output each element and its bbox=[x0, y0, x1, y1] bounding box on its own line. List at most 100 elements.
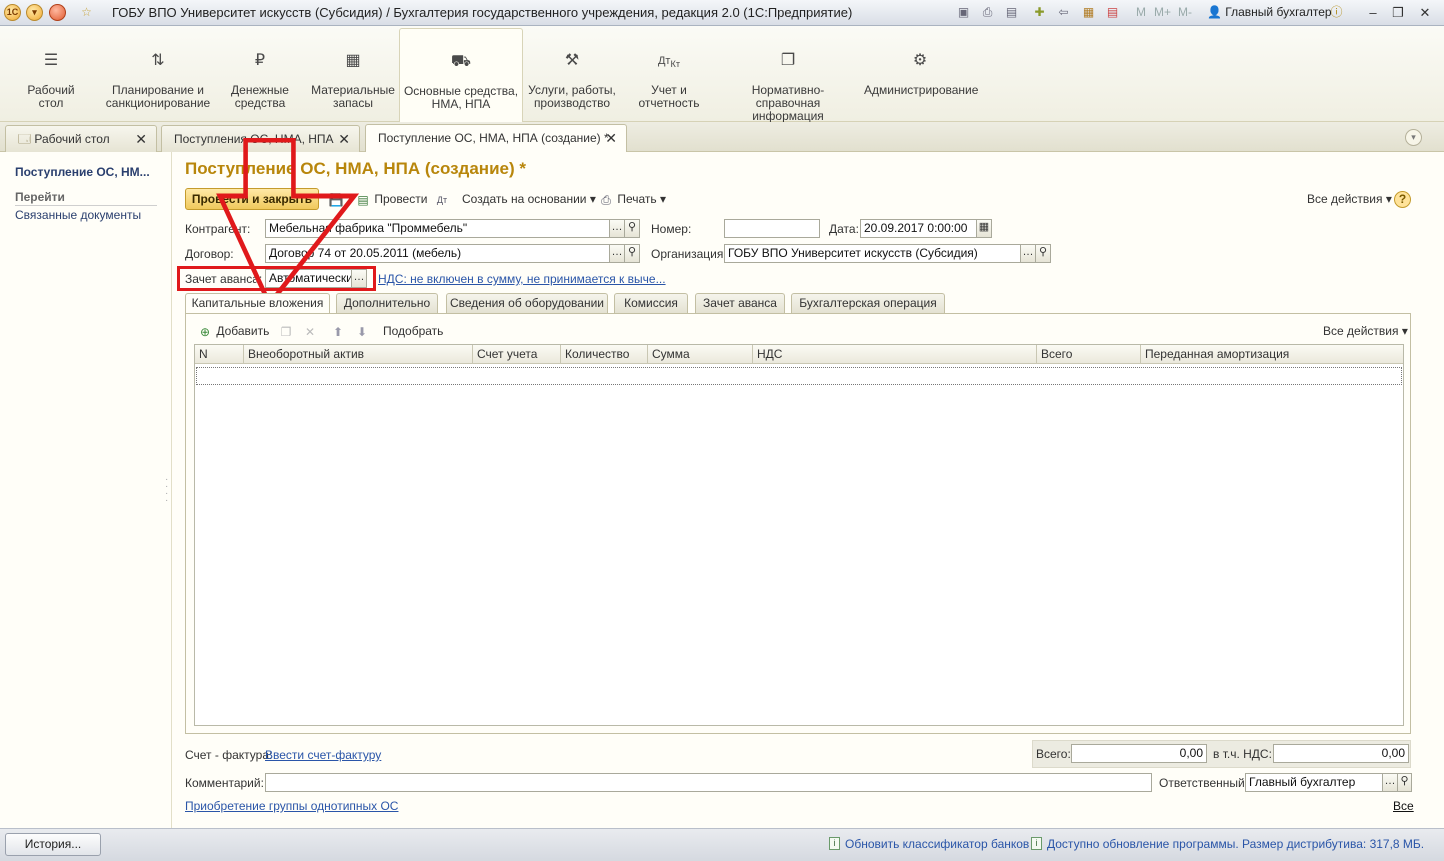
add-favorite-icon[interactable]: ✚ bbox=[1031, 4, 1048, 21]
all-actions-menu[interactable]: Все действия ▾ bbox=[1307, 192, 1392, 206]
app-logo-icon[interactable]: 1С bbox=[4, 4, 21, 21]
current-user[interactable]: 👤 Главный бухгалтер bbox=[1207, 5, 1332, 19]
copy-row-button[interactable]: ❐ bbox=[278, 324, 294, 340]
capital-investments-panel: ⊕ Добавить ❐ ✕ ⬆ ⬇ Подобрать Все действи… bbox=[185, 313, 1411, 734]
nomer-field[interactable] bbox=[724, 219, 820, 238]
search-icon[interactable]: ⚲ bbox=[1397, 773, 1412, 792]
nds-settings-link[interactable]: НДС: не включен в сумму, не принимается … bbox=[378, 272, 666, 286]
col-depreciation[interactable]: Переданная амортизация bbox=[1141, 345, 1403, 364]
assets-table[interactable]: N Внеоборотный актив Счет учета Количест… bbox=[194, 344, 1404, 726]
navigation-panel: Поступление ОС, НМ... Перейти Связанные … bbox=[0, 152, 172, 828]
close-icon[interactable]: ✕ bbox=[135, 126, 147, 152]
responsible-select-button[interactable]: … bbox=[1382, 773, 1398, 792]
comment-field[interactable] bbox=[265, 773, 1152, 792]
group-assets-link[interactable]: Приобретение группы однотипных ОС bbox=[185, 799, 398, 813]
tab-receipt-create[interactable]: Поступление ОС, НМА, НПА (создание) * ✕ bbox=[365, 124, 627, 152]
create-based-on-button[interactable]: Создать на основании ▾ bbox=[462, 192, 596, 206]
move-up-button[interactable]: ⬆ bbox=[330, 324, 346, 340]
print-button-label: Печать bbox=[617, 192, 657, 207]
history-back-icon[interactable]: ⇦ bbox=[1055, 4, 1072, 21]
info-icon: i bbox=[1031, 837, 1042, 850]
create-based-on-label: Создать на основании bbox=[462, 192, 587, 206]
col-vat[interactable]: НДС bbox=[753, 345, 1037, 364]
pick-button[interactable]: Подобрать bbox=[383, 324, 443, 338]
col-sum[interactable]: Сумма bbox=[648, 345, 753, 364]
debit-credit-movements-button[interactable]: Дт bbox=[434, 192, 450, 208]
subtab-advance-offset[interactable]: Зачет аванса bbox=[695, 293, 785, 313]
update-program-link[interactable]: Доступно обновление программы. Размер ди… bbox=[1047, 837, 1424, 851]
comment-label: Комментарий: bbox=[185, 776, 264, 790]
memory-minus-button[interactable]: M- bbox=[1178, 5, 1192, 19]
col-asset[interactable]: Внеоборотный актив bbox=[244, 345, 473, 364]
history-button[interactable]: История... bbox=[5, 833, 101, 856]
calculator-icon[interactable]: ▦ bbox=[1080, 4, 1097, 21]
move-down-button[interactable]: ⬇ bbox=[354, 324, 370, 340]
vat-label: в т.ч. НДС: bbox=[1213, 747, 1272, 761]
save-icon[interactable]: ▣ bbox=[955, 4, 972, 21]
table-row[interactable] bbox=[196, 367, 1402, 385]
org-select-button[interactable]: … bbox=[1020, 244, 1036, 263]
section-reference-label: Нормативно-справочная информация bbox=[751, 83, 825, 123]
tab-desktop[interactable]: 🗔 Рабочий стол ✕ bbox=[5, 125, 157, 152]
subtab-commission[interactable]: Комиссия bbox=[614, 293, 688, 313]
organization-field[interactable]: ГОБУ ВПО Университет искусств (Субсидия) bbox=[724, 244, 1021, 263]
dogovor-select-button[interactable]: … bbox=[609, 244, 625, 263]
memory-m-button[interactable]: M bbox=[1136, 5, 1146, 19]
section-planning[interactable]: ⇅ Планирование и санкционирование bbox=[100, 28, 216, 122]
restore-button[interactable]: ❐ bbox=[1387, 3, 1409, 22]
preview-icon[interactable]: ▤ bbox=[1003, 4, 1020, 21]
main-menu-icon[interactable]: ▾ bbox=[26, 4, 43, 21]
date-field[interactable]: 20.09.2017 0:00:00 bbox=[860, 219, 977, 238]
search-icon[interactable]: ⚲ bbox=[1035, 244, 1051, 263]
favorites-star-icon[interactable]: ☆ bbox=[78, 4, 95, 21]
section-desktop[interactable]: ☰ Рабочий стол bbox=[14, 28, 88, 122]
debit-credit-icon: Дт bbox=[436, 195, 448, 205]
print-icon[interactable]: ⎙ bbox=[979, 4, 996, 21]
close-icon[interactable]: ✕ bbox=[605, 125, 617, 151]
subtab-capital-investments[interactable]: Капитальные вложения bbox=[185, 293, 330, 314]
panel-resize-grip[interactable]: · · · · bbox=[165, 475, 169, 506]
search-icon[interactable]: ⚲ bbox=[624, 219, 640, 238]
section-admin[interactable]: ⚙ Администрирование bbox=[864, 28, 978, 122]
kontragent-select-button[interactable]: … bbox=[609, 219, 625, 238]
close-button[interactable]: ✕ bbox=[1414, 3, 1436, 22]
documents-icon: ❐ bbox=[780, 52, 796, 69]
subtab-accounting-operation[interactable]: Бухгалтерская операция bbox=[791, 293, 945, 313]
section-money[interactable]: ₽ Денежные средства bbox=[224, 28, 296, 122]
subtab-additional[interactable]: Дополнительно bbox=[336, 293, 438, 313]
close-app-icon[interactable] bbox=[49, 4, 66, 21]
tabs-menu-chevron-down-icon[interactable]: ▾ bbox=[1405, 129, 1422, 146]
section-reference[interactable]: ❐ Нормативно-справочная информация bbox=[722, 28, 854, 123]
search-icon[interactable]: ⚲ bbox=[624, 244, 640, 263]
responsible-field[interactable]: Главный бухгалтер bbox=[1245, 773, 1383, 792]
add-row-button[interactable]: ⊕ Добавить bbox=[197, 324, 269, 340]
desktop-tab-icon: 🗔 bbox=[18, 132, 32, 146]
section-fixed-assets-label: Основные средства, НМА, НПА bbox=[403, 84, 519, 111]
nav-related-documents[interactable]: Связанные документы bbox=[15, 208, 141, 222]
print-button[interactable]: ⎙ Печать ▾ bbox=[598, 192, 666, 208]
minimize-button[interactable]: – bbox=[1362, 3, 1384, 22]
enter-invoice-link[interactable]: Ввести счет-фактуру bbox=[265, 748, 381, 762]
help-icon[interactable]: ? bbox=[1394, 191, 1411, 208]
all-link[interactable]: Все bbox=[1393, 799, 1414, 813]
calendar-icon[interactable]: ▤ bbox=[1104, 4, 1121, 21]
calendar-icon[interactable]: ▦ bbox=[976, 219, 992, 238]
chevron-down-icon: ▾ bbox=[660, 192, 667, 207]
memory-plus-button[interactable]: M+ bbox=[1154, 5, 1171, 19]
nav-panel-title[interactable]: Поступление ОС, НМ... bbox=[15, 165, 150, 179]
delete-row-button[interactable]: ✕ bbox=[302, 324, 318, 340]
tab-receipt-create-label: Поступление ОС, НМА, НПА (создание) * bbox=[378, 131, 609, 145]
col-quantity[interactable]: Количество bbox=[561, 345, 648, 364]
section-money-label: Денежные средства bbox=[231, 83, 289, 110]
col-n[interactable]: N bbox=[195, 345, 244, 364]
section-accounting[interactable]: ДтКт Учет и отчетность bbox=[634, 28, 704, 122]
table-all-actions-menu[interactable]: Все действия ▾ bbox=[1323, 324, 1408, 338]
col-account[interactable]: Счет учета bbox=[473, 345, 561, 364]
update-banks-link[interactable]: Обновить классификатор банков bbox=[845, 837, 1029, 851]
subtab-equipment[interactable]: Сведения об оборудовании bbox=[446, 293, 608, 313]
col-total[interactable]: Всего bbox=[1037, 345, 1141, 364]
section-inventory[interactable]: ▦ Материальные запасы bbox=[306, 28, 400, 122]
section-services[interactable]: ⚒ Услуги, работы, производство bbox=[526, 28, 618, 122]
info-icon[interactable]: ⓘ bbox=[1328, 4, 1345, 21]
section-fixed-assets[interactable]: ⛟ Основные средства, НМА, НПА bbox=[399, 28, 523, 122]
